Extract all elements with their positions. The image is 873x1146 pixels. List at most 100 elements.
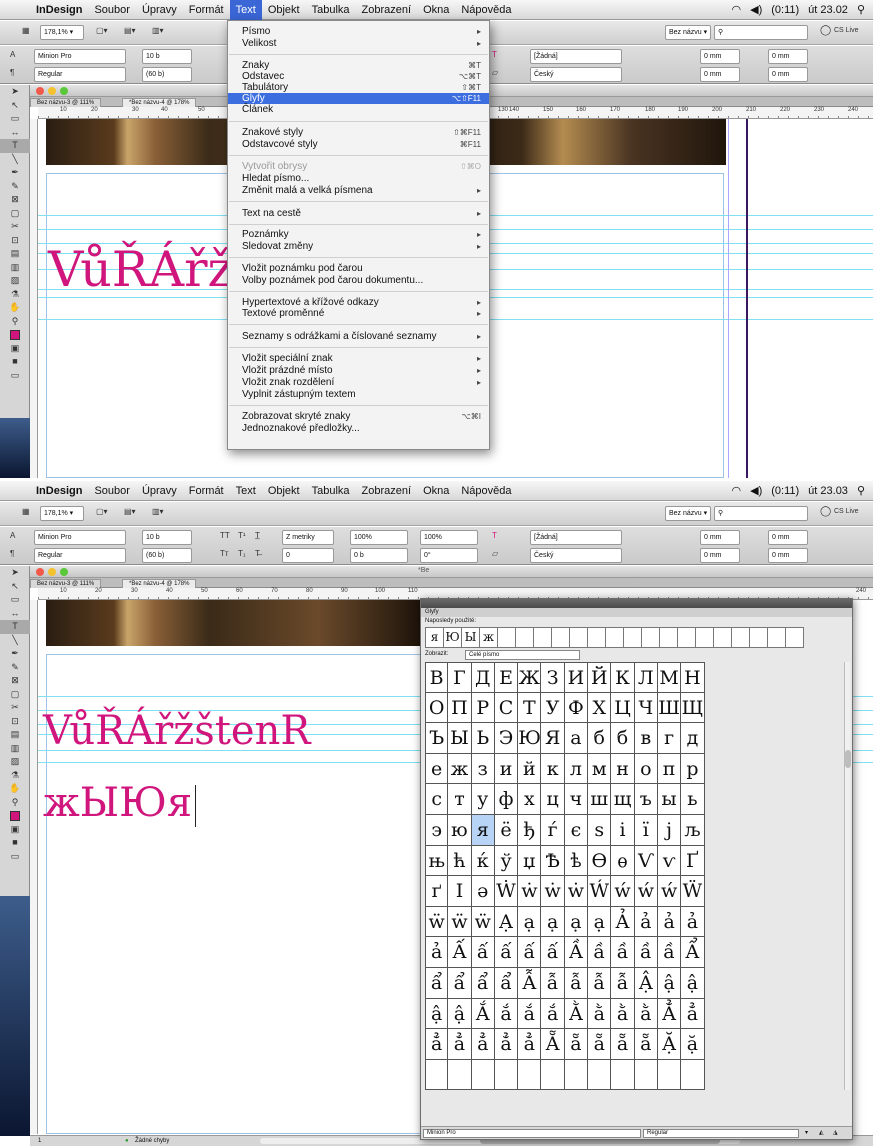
glyph-cell[interactable]: љ	[681, 814, 705, 846]
glyph-cell[interactable]: ѓ	[541, 814, 565, 846]
rectangle-frame-tool-icon[interactable]: ⊠	[0, 674, 30, 688]
glyph-cell[interactable]: Ậ	[634, 967, 658, 999]
type-tool-icon[interactable]: T	[0, 620, 30, 634]
glyph-cell[interactable]: ẳ	[518, 1029, 542, 1060]
glyph-cell[interactable]: Р	[471, 692, 495, 724]
cs-live-icon[interactable]: ◯	[820, 506, 831, 517]
space-before-field[interactable]: 0 mm	[768, 49, 808, 64]
glyph-cell[interactable]: Д	[471, 662, 495, 693]
recent-glyph-empty[interactable]	[695, 627, 714, 648]
scroll-thumb[interactable]	[845, 750, 851, 768]
glyph-cell[interactable]: Ф	[564, 692, 589, 724]
glyph-cell[interactable]: з	[471, 753, 495, 785]
glyph-cell[interactable]	[634, 1059, 658, 1091]
panel-tab[interactable]: Glyfy	[421, 608, 852, 617]
glyph-cell[interactable]: ẫ	[611, 967, 635, 999]
menu-item-zmenit-velikost-pismen[interactable]: Změnit malá a velká písmena ▸	[228, 185, 489, 196]
glyph-cell[interactable]: ы	[657, 784, 682, 815]
menu-item-vlozit-poznamku[interactable]: Vložit poznámku pod čarou	[228, 263, 489, 274]
indent-first-field[interactable]: 0 mm	[700, 548, 740, 563]
screen-mode-tool-icon[interactable]: ▭	[0, 369, 30, 383]
recent-glyph[interactable]: Ы	[461, 627, 480, 648]
recent-glyph-empty[interactable]	[533, 627, 552, 648]
menu-napoveda[interactable]: Nápověda	[455, 0, 517, 20]
preflight-status[interactable]: Žádné chyby	[135, 1136, 169, 1146]
glyph-cell[interactable]: ạ	[518, 906, 542, 938]
glyph-cell-selected[interactable]: я	[471, 814, 495, 846]
hand-tool-icon[interactable]: ✋	[0, 301, 30, 315]
glyph-cell[interactable]: Ӏ	[448, 876, 472, 907]
menu-app-name[interactable]: InDesign	[30, 0, 88, 20]
menu-okna[interactable]: Okna	[417, 0, 455, 20]
page-tool-icon[interactable]: ▭	[0, 112, 30, 126]
document-text-line-1[interactable]: VůŘÁřžštenR	[43, 708, 310, 754]
menu-item-jednoznakove-predlozky[interactable]: Jednoznakové předložky...	[228, 423, 489, 434]
menu-item-volby-poznamek[interactable]: Volby poznámek pod čarou dokumentu...	[228, 275, 489, 286]
battery-status[interactable]: (0:11)	[771, 481, 799, 501]
glyph-cell[interactable]: ц	[541, 784, 565, 815]
glyph-cell[interactable]: ђ	[518, 814, 542, 846]
arrange-icon[interactable]: ▥▾	[152, 507, 164, 516]
formatting-affects-icon[interactable]: ▣	[0, 342, 30, 356]
glyph-cell[interactable]: ẳ	[425, 1029, 449, 1060]
glyph-cell[interactable]: ẳ	[448, 1029, 472, 1060]
glyph-cell[interactable]: ф	[494, 784, 519, 815]
indent-first-field[interactable]: 0 mm	[700, 67, 740, 82]
gradient-tool-icon[interactable]: ▤	[0, 247, 30, 261]
tab-document-4[interactable]: *Bez názvu-4 @ 178%	[122, 98, 197, 107]
glyph-cell[interactable]: ầ	[634, 937, 658, 968]
glyph-cell[interactable]: ằ	[588, 998, 612, 1030]
screen-mode-icon[interactable]: ▤▾	[124, 26, 136, 35]
glyph-cell[interactable]: Я	[541, 723, 565, 754]
type-tool-icon[interactable]: T	[0, 139, 30, 153]
cs-live-label[interactable]: CS Live	[834, 508, 859, 515]
glyph-cell[interactable]: ѣ	[564, 845, 589, 877]
glyph-cell[interactable]: ю	[448, 814, 472, 846]
glyph-cell[interactable]: ẃ	[634, 876, 658, 907]
menu-item-odstavcove-styly[interactable]: Odstavcové styly ⌘F11	[228, 139, 489, 150]
zoom-select[interactable]: 178,1% ▾	[40, 506, 84, 521]
menu-objekt[interactable]: Objekt	[262, 0, 306, 20]
glyph-cell[interactable]: ạ	[564, 906, 589, 938]
indent-left-field[interactable]: 0 mm	[700, 49, 740, 64]
menu-format[interactable]: Formát	[183, 0, 230, 20]
glyph-cell[interactable]: Ẇ	[494, 876, 519, 907]
volume-icon[interactable]: ◀)	[750, 481, 762, 501]
glyph-cell[interactable]: Ằ	[564, 998, 589, 1030]
glyph-cell[interactable]: ў	[494, 845, 519, 877]
fill-stroke-icon[interactable]	[0, 328, 30, 342]
superscript-icon[interactable]: T¹	[238, 531, 246, 540]
rectangle-tool-icon[interactable]: ▢	[0, 207, 30, 221]
apply-color-icon[interactable]: ■	[0, 836, 30, 850]
selection-tool-icon[interactable]: ➤	[0, 85, 30, 99]
note-tool-icon[interactable]: ▨	[0, 274, 30, 288]
menu-item-vyplnit-zastupnym-textem[interactable]: Vyplnit zástupným textem	[228, 389, 489, 400]
fill-stroke-icon[interactable]	[0, 809, 30, 823]
recent-glyph-empty[interactable]	[731, 627, 750, 648]
glyph-cell[interactable]: ẵ	[564, 1029, 589, 1060]
glyph-cell[interactable]: б	[588, 723, 612, 754]
glyph-cell[interactable]: и	[494, 753, 519, 785]
glyph-cell[interactable]: Ґ	[681, 845, 705, 877]
glyph-cell[interactable]	[564, 1059, 589, 1091]
kerning-field[interactable]: Z metriky	[282, 530, 334, 545]
arrange-icon[interactable]: ▥▾	[152, 26, 164, 35]
glyph-cell[interactable]: у	[471, 784, 495, 815]
glyph-cell[interactable]: ї	[634, 814, 658, 846]
pencil-tool-icon[interactable]: ✎	[0, 180, 30, 194]
glyph-cell[interactable]: ằ	[611, 998, 635, 1030]
glyph-cell[interactable]: ẃ	[657, 876, 682, 907]
screen-mode-icon[interactable]: ▤▾	[124, 507, 136, 516]
menu-item-sledovat-zmeny[interactable]: Sledovat změny ▸	[228, 241, 489, 252]
recent-glyph-empty[interactable]	[659, 627, 678, 648]
glyph-cell[interactable]: Ѳ	[588, 845, 612, 877]
glyph-cell[interactable]	[611, 1059, 635, 1091]
menu-objekt[interactable]: Objekt	[262, 481, 306, 501]
menu-format[interactable]: Formát	[183, 481, 230, 501]
glyph-cell[interactable]: к	[541, 753, 565, 785]
glyph-cell[interactable]: ặ	[681, 1029, 705, 1060]
volume-icon[interactable]: ◀)	[750, 0, 762, 20]
tab-document-3[interactable]: Bez názvu-3 @ 111%	[30, 98, 102, 107]
glyph-cell[interactable]: с	[425, 784, 449, 815]
cs-live-label[interactable]: CS Live	[834, 27, 859, 34]
